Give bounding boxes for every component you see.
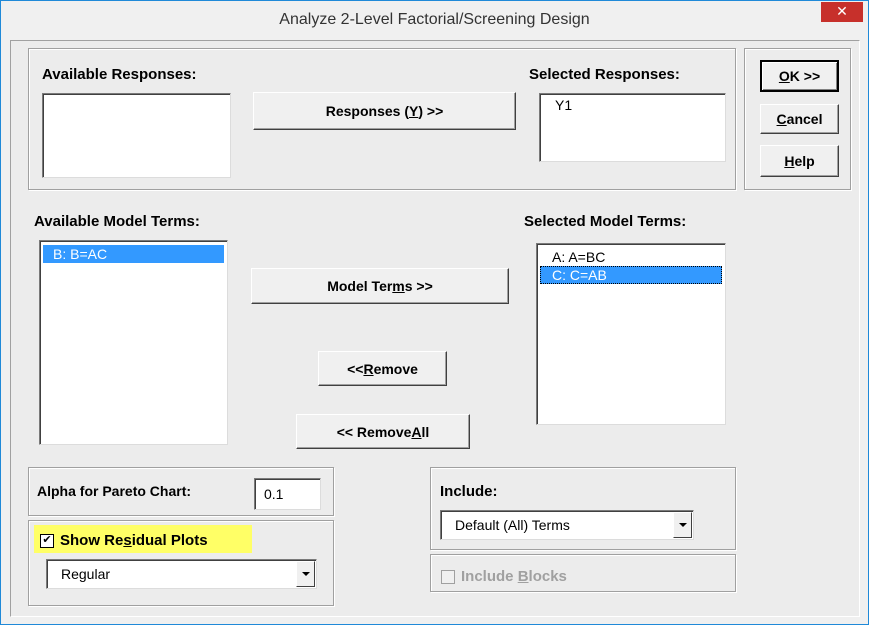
include-label: Include: [440, 483, 498, 500]
available-model-terms-label: Available Model Terms: [34, 213, 200, 230]
help-label-key: H [784, 153, 795, 169]
model-terms-add-label-post: s >> [404, 278, 433, 294]
ok-label-rest: K >> [789, 68, 821, 84]
close-icon[interactable]: ✕ [836, 3, 848, 19]
show-residual-plots-checkbox[interactable]: ✔ Show Residual Plots [40, 532, 208, 549]
selected-model-terms-list[interactable]: A: A=BC C: C=AB [536, 243, 726, 425]
chevron-down-icon[interactable] [673, 512, 692, 538]
close-button[interactable]: ✕ [821, 2, 863, 22]
alpha-label: Alpha for Pareto Chart: [37, 483, 192, 499]
selected-responses-label: Selected Responses: [529, 66, 680, 83]
include-blocks-label-key: B [517, 568, 529, 585]
dialog-window: Analyze 2-Level Factorial/Screening Desi… [0, 0, 869, 625]
cancel-label-rest: ancel [786, 111, 823, 127]
help-label-rest: elp [794, 153, 815, 169]
checkbox-unchecked-icon[interactable] [441, 569, 455, 584]
cancel-button[interactable]: Cancel [760, 104, 839, 134]
include-terms-dropdown[interactable]: Default (All) Terms [440, 510, 694, 540]
show-residual-plots-label: Show Residual Plots [60, 532, 208, 549]
checkbox-checked-icon[interactable]: ✔ [40, 533, 54, 548]
remove-all-label-pre: << Remove [336, 423, 412, 440]
include-blocks-label-post: locks [528, 568, 567, 585]
model-terms-add-label-pre: Model Ter [327, 278, 393, 294]
ok-label-key: O [778, 68, 790, 84]
selected-response-item[interactable]: Y1 [540, 96, 725, 114]
residual-plot-type-value: Regular [61, 566, 111, 582]
available-model-term-item[interactable]: B: B=AC [43, 245, 224, 263]
responses-add-label-pre: Responses ( [325, 103, 409, 119]
residual-label-post: idual Plots [131, 532, 208, 549]
available-model-terms-list[interactable]: B: B=AC [39, 240, 228, 445]
selected-model-term-item[interactable]: C: C=AB [540, 266, 722, 284]
selected-model-term-item[interactable]: A: A=BC [540, 248, 722, 266]
alpha-input[interactable]: 0.1 [254, 478, 321, 510]
selected-model-terms-label: Selected Model Terms: [524, 213, 687, 230]
residual-plot-type-dropdown[interactable]: Regular [46, 559, 317, 589]
remove-label-pre: << [347, 360, 364, 377]
selected-responses-list[interactable]: Y1 [539, 93, 726, 162]
include-blocks-checkbox[interactable]: Include Blocks [441, 568, 567, 585]
title-bar: Analyze 2-Level Factorial/Screening Desi… [1, 1, 868, 39]
remove-all-label-key: A [411, 423, 422, 440]
available-responses-list[interactable] [42, 93, 231, 178]
remove-label-post: emove [373, 360, 418, 377]
responses-add-label-key: Y [409, 103, 419, 119]
responses-add-label-post: ) >> [418, 103, 444, 119]
remove-all-button[interactable]: << Remove All [296, 414, 470, 449]
check-mark-icon: ✔ [42, 534, 52, 546]
ok-button[interactable]: OK >> [760, 60, 839, 92]
include-blocks-label-pre: Include [461, 568, 518, 585]
cancel-label-key: C [776, 111, 787, 127]
chevron-down-icon[interactable] [296, 561, 315, 587]
include-blocks-label: Include Blocks [461, 568, 567, 585]
remove-all-label-post: ll [421, 423, 430, 440]
remove-button[interactable]: << Remove [318, 351, 447, 386]
window-title: Analyze 2-Level Factorial/Screening Desi… [279, 11, 590, 28]
model-terms-add-button[interactable]: Model Ter m s >> [251, 268, 509, 304]
residual-label-key: s [123, 532, 132, 549]
model-terms-add-label-key: m [392, 278, 405, 294]
available-responses-label: Available Responses: [42, 66, 197, 83]
include-terms-value: Default (All) Terms [455, 517, 570, 533]
help-button[interactable]: Help [760, 145, 839, 177]
responses-add-button[interactable]: Responses (Y) >> [253, 92, 516, 130]
dialog-client: Available Responses: Responses (Y) >> Se… [10, 40, 860, 617]
remove-label-key: R [363, 360, 374, 377]
residual-label-pre: Show Re [60, 532, 124, 549]
